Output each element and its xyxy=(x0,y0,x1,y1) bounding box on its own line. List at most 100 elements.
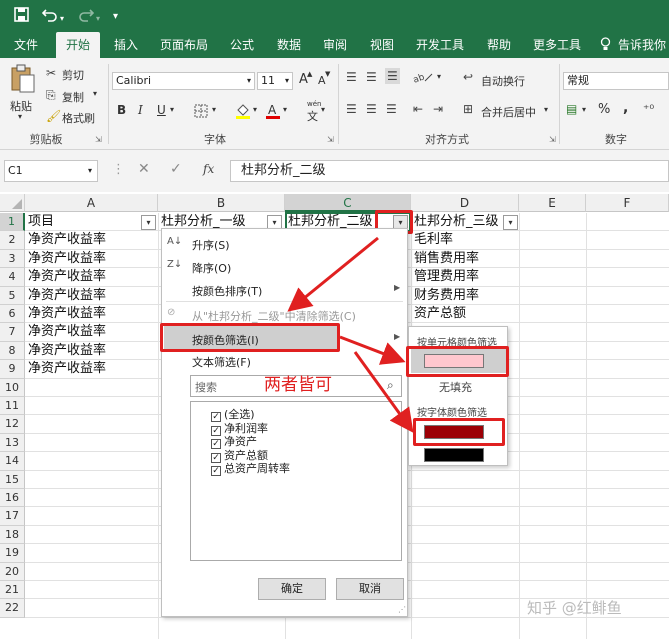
insert-function-button[interactable]: fx xyxy=(203,162,214,176)
filter-dropdown-icon[interactable]: ▾ xyxy=(503,215,518,230)
merge-center-button[interactable]: 合并后居中 xyxy=(481,104,536,120)
italic-button[interactable]: I xyxy=(138,103,143,117)
format-painter-icon[interactable]: 🖌 xyxy=(46,109,61,123)
accounting-dropdown-icon[interactable]: ▾ xyxy=(582,105,586,114)
cell-d[interactable]: 财务费用率 xyxy=(412,287,518,305)
font-color-swatch-black[interactable] xyxy=(424,448,484,462)
row-header[interactable]: 8 xyxy=(0,341,25,361)
row-header[interactable]: 20 xyxy=(0,562,25,581)
copy-dropdown-icon[interactable]: ▾ xyxy=(93,89,97,98)
tab-insert[interactable]: 插入 xyxy=(106,32,146,58)
wrap-text-icon[interactable]: ↩ xyxy=(463,70,473,84)
underline-dropdown-icon[interactable]: ▾ xyxy=(170,105,174,114)
row-header[interactable]: 3 xyxy=(0,249,25,269)
row-header[interactable]: 9 xyxy=(0,360,25,379)
align-middle-icon[interactable]: ☰ xyxy=(366,70,377,84)
cell-a[interactable]: 净资产收益率 xyxy=(26,342,156,360)
customize-icon[interactable]: ▾ xyxy=(113,8,118,26)
row-header[interactable]: 17 xyxy=(0,507,25,526)
tell-me-search[interactable]: 告诉我你 xyxy=(618,32,669,58)
row-header[interactable]: 12 xyxy=(0,415,25,434)
column-header-a[interactable]: A xyxy=(25,194,158,212)
tab-file[interactable]: 文件 xyxy=(6,32,46,58)
font-name-box[interactable]: Calibri ▾ xyxy=(112,72,255,90)
row-header[interactable]: 4 xyxy=(0,268,25,287)
cancel-button[interactable]: 取消 xyxy=(336,578,404,600)
resize-grip-icon[interactable]: ⋰ xyxy=(398,605,406,614)
undo-icon[interactable] xyxy=(41,7,58,27)
fill-color-dropdown-icon[interactable]: ▾ xyxy=(253,105,257,114)
column-header-d[interactable]: D xyxy=(411,194,519,212)
cell-d[interactable]: 资产总额 xyxy=(412,305,518,323)
cancel-icon[interactable]: ✕ xyxy=(138,161,150,177)
cell-a[interactable]: 净资产收益率 xyxy=(26,287,156,305)
cell-d[interactable]: 销售费用率 xyxy=(412,250,518,268)
menu-sort-by-color[interactable]: 按颜色排序(T) xyxy=(192,283,262,299)
column-header-e[interactable]: E xyxy=(519,194,586,212)
tab-home[interactable]: 开始 xyxy=(56,32,100,58)
no-fill-option[interactable]: 无填充 xyxy=(439,379,472,395)
cell-a[interactable]: 净资产收益率 xyxy=(26,305,156,323)
cell-d[interactable]: 毛利率 xyxy=(412,231,518,249)
select-all-corner[interactable] xyxy=(0,194,25,212)
phonetic-guide-button[interactable]: 文 xyxy=(307,108,318,124)
borders-icon[interactable] xyxy=(194,104,208,121)
row-header[interactable]: 14 xyxy=(0,452,25,471)
copy-button[interactable]: 复制 xyxy=(62,89,84,105)
font-size-box[interactable]: 11 ▾ xyxy=(257,72,293,90)
font-color-icon[interactable]: A xyxy=(265,102,281,123)
cell-a[interactable]: 净资产收益率 xyxy=(26,323,156,341)
name-box[interactable]: C1 ▾ xyxy=(4,160,98,182)
column-header-f[interactable]: F xyxy=(586,194,669,212)
row-header[interactable]: 19 xyxy=(0,544,25,563)
increase-indent-icon[interactable]: ⇥ xyxy=(433,102,443,116)
underline-button[interactable]: U xyxy=(157,103,166,117)
save-icon[interactable] xyxy=(14,7,29,27)
menu-text-filter[interactable]: 文本筛选(F) xyxy=(192,354,251,370)
menu-sort-ascending[interactable]: 升序(S) xyxy=(192,237,230,253)
filter-dropdown-icon[interactable]: ▾ xyxy=(141,215,156,230)
comma-style-button[interactable]: , xyxy=(623,100,628,116)
tab-data[interactable]: 数据 xyxy=(271,32,307,58)
font-launcher-icon[interactable]: ⇲ xyxy=(327,135,334,144)
align-bottom-icon[interactable]: ☰ xyxy=(385,68,400,84)
tab-help[interactable]: 帮助 xyxy=(481,32,517,58)
ok-button[interactable]: 确定 xyxy=(258,578,326,600)
tab-page-layout[interactable]: 页面布局 xyxy=(155,32,213,58)
paste-dropdown-icon[interactable]: ▾ xyxy=(18,112,22,121)
tab-formulas[interactable]: 公式 xyxy=(224,32,260,58)
align-center-icon[interactable]: ☰ xyxy=(366,102,377,116)
undo-dropdown-icon[interactable]: ▾ xyxy=(60,10,64,28)
row-header[interactable]: 7 xyxy=(0,323,25,342)
filter-value-item[interactable]: ✓ 总资产周转率 xyxy=(211,460,290,476)
tab-more-tools[interactable]: 更多工具 xyxy=(527,32,587,58)
orientation-icon[interactable]: ab xyxy=(412,70,435,87)
tab-review[interactable]: 审阅 xyxy=(317,32,353,58)
cut-button[interactable]: 剪切 xyxy=(62,67,84,83)
tab-developer[interactable]: 开发工具 xyxy=(411,32,469,58)
menu-sort-descending[interactable]: 降序(O) xyxy=(192,260,231,276)
merge-center-icon[interactable]: ⊞ xyxy=(463,102,473,116)
format-painter-button[interactable]: 格式刷 xyxy=(62,110,95,126)
cell-a[interactable]: 净资产收益率 xyxy=(26,231,156,249)
font-color-dropdown-icon[interactable]: ▾ xyxy=(283,105,287,114)
align-right-icon[interactable]: ☰ xyxy=(386,102,397,116)
fill-color-icon[interactable] xyxy=(235,102,251,123)
merge-dropdown-icon[interactable]: ▾ xyxy=(544,105,548,114)
row-header[interactable]: 2 xyxy=(0,231,25,250)
row-header[interactable]: 10 xyxy=(0,378,25,397)
wrap-text-button[interactable]: 自动换行 xyxy=(481,73,525,89)
copy-icon[interactable]: ⎘ xyxy=(46,88,56,102)
cell-a[interactable]: 净资产收益率 xyxy=(26,360,156,378)
enter-icon[interactable]: ✓ xyxy=(170,161,182,177)
cell-a[interactable]: 净资产收益率 xyxy=(26,250,156,268)
clipboard-launcher-icon[interactable]: ⇲ xyxy=(95,135,102,144)
row-header[interactable]: 22 xyxy=(0,599,25,618)
tab-view[interactable]: 视图 xyxy=(364,32,400,58)
row-header[interactable]: 13 xyxy=(0,433,25,453)
column-header-b[interactable]: B xyxy=(158,194,285,212)
borders-dropdown-icon[interactable]: ▾ xyxy=(212,105,216,114)
percent-style-button[interactable]: % xyxy=(598,102,610,117)
lightbulb-icon[interactable] xyxy=(598,32,612,58)
checkbox-checked-icon[interactable]: ✓ xyxy=(211,466,221,476)
